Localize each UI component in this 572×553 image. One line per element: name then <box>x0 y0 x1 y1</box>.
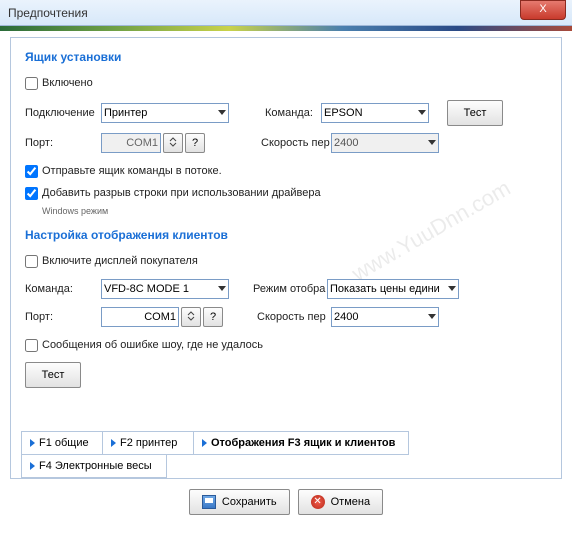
save-label: Сохранить <box>222 496 277 508</box>
speed-label-1: Скорость пер <box>261 137 331 149</box>
cancel-button[interactable]: ✕ Отмена <box>298 489 383 515</box>
tab-printer[interactable]: F2 принтер <box>102 431 194 455</box>
decor-strip <box>0 26 572 31</box>
close-icon: X <box>539 3 546 15</box>
team-combo-2[interactable] <box>101 279 229 299</box>
tab-scales[interactable]: F4 Электронные весы <box>21 454 167 478</box>
enabled-label: Включено <box>42 77 93 89</box>
save-button[interactable]: Сохранить <box>189 489 290 515</box>
error-msg-label: Сообщения об ошибке шоу, где не удалось <box>42 339 263 351</box>
connection-label: Подключение <box>25 107 101 119</box>
tab-arrow-icon <box>202 439 207 447</box>
port-stepper-1[interactable] <box>163 133 183 153</box>
title-bar: Предпочтения X <box>0 0 572 26</box>
port-label-1: Порт: <box>25 137 101 149</box>
tab-general[interactable]: F1 общие <box>21 431 103 455</box>
footer: Сохранить ✕ Отмена <box>0 489 572 515</box>
speed-combo-1 <box>331 133 439 153</box>
tab-label: F2 принтер <box>120 437 177 449</box>
tab-label: F4 Электронные весы <box>39 460 152 472</box>
cancel-icon: ✕ <box>311 495 325 509</box>
error-msg-checkbox[interactable] <box>25 339 38 352</box>
send-stream-label: Отправьте ящик команды в потоке. <box>42 165 222 177</box>
stepper-arrows-icon <box>168 137 178 147</box>
tab-arrow-icon <box>30 439 35 447</box>
section-display-title: Настройка отображения клиентов <box>25 228 547 242</box>
section-drawer-title: Ящик установки <box>25 50 547 64</box>
mode-combo[interactable] <box>327 279 459 299</box>
enable-display-label: Включите дисплей покупателя <box>42 255 198 267</box>
test-button-2[interactable]: Тест <box>25 362 81 388</box>
port-help-1[interactable]: ? <box>185 133 205 153</box>
speed-label-2: Скорость пер <box>257 311 331 323</box>
enabled-checkbox[interactable] <box>25 77 38 90</box>
team-label-2: Команда: <box>25 283 85 295</box>
tab-arrow-icon <box>30 462 35 470</box>
enable-display-checkbox[interactable] <box>25 255 38 268</box>
tab-bar: F1 общие F2 принтер Отображения F3 ящик … <box>21 432 551 478</box>
window-title: Предпочтения <box>0 6 88 20</box>
port-stepper-2[interactable] <box>181 307 201 327</box>
windows-mode-label: Windows режим <box>42 206 108 216</box>
close-button[interactable]: X <box>520 0 566 20</box>
tab-drawer-clients[interactable]: Отображения F3 ящик и клиентов <box>193 431 409 455</box>
speed-combo-2[interactable] <box>331 307 439 327</box>
tab-arrow-icon <box>111 439 116 447</box>
add-break-checkbox[interactable] <box>25 187 38 200</box>
tab-label: Отображения F3 ящик и клиентов <box>211 437 395 449</box>
stepper-arrows-icon <box>186 311 196 321</box>
add-break-label: Добавить разрыв строки при использовании… <box>42 187 321 199</box>
tab-label: F1 общие <box>39 437 89 449</box>
main-panel: www.YuuDnn.com Ящик установки Включено П… <box>10 37 562 479</box>
port-label-2: Порт: <box>25 311 85 323</box>
port-input-1 <box>101 133 161 153</box>
team-label: Команда: <box>265 107 321 119</box>
cancel-label: Отмена <box>331 496 370 508</box>
port-help-2[interactable]: ? <box>203 307 223 327</box>
save-icon <box>202 495 216 509</box>
mode-label: Режим отобра <box>253 283 327 295</box>
test-button-1[interactable]: Тест <box>447 100 503 126</box>
port-input-2[interactable] <box>101 307 179 327</box>
send-stream-checkbox[interactable] <box>25 165 38 178</box>
connection-combo[interactable] <box>101 103 229 123</box>
team-combo[interactable] <box>321 103 429 123</box>
